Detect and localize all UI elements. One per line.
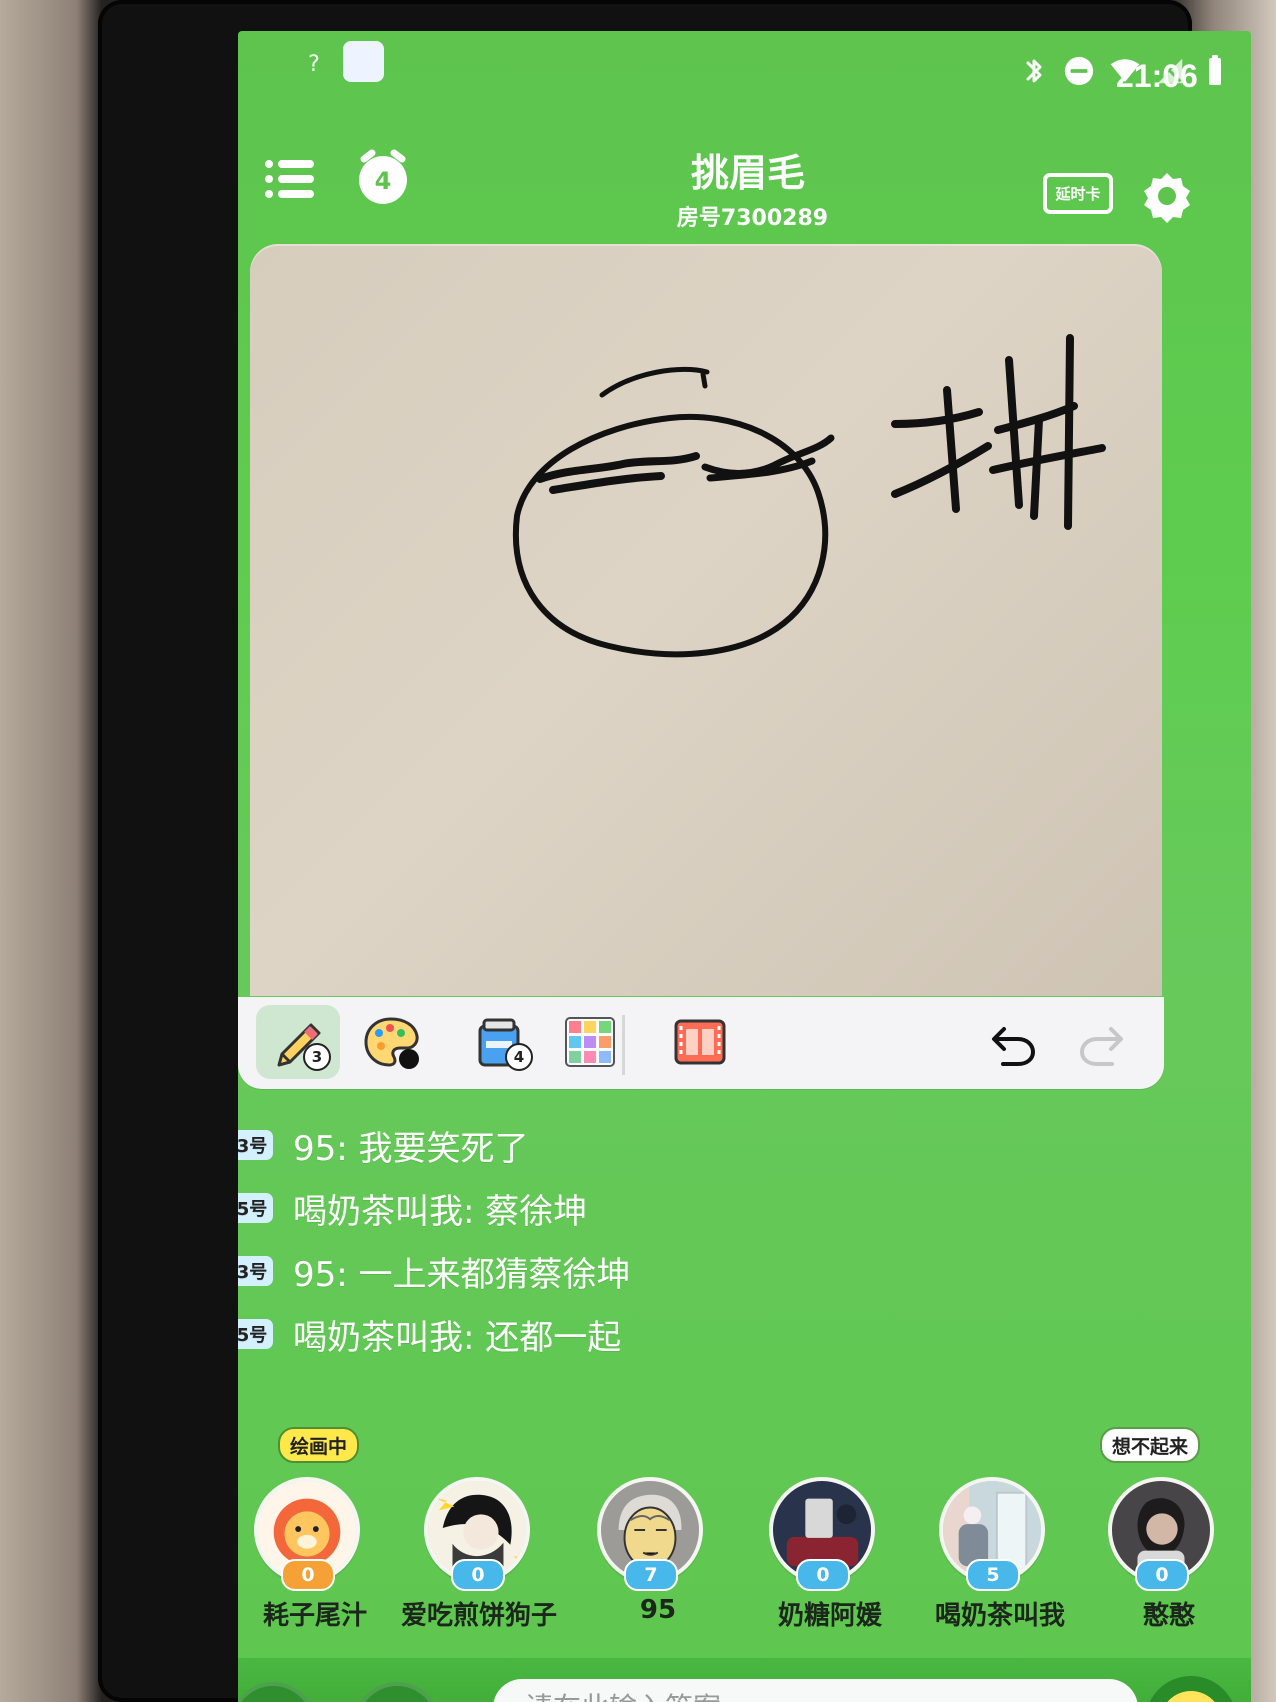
player-score: 0 xyxy=(281,1559,335,1591)
player-card[interactable]: 7 95 xyxy=(563,1427,713,1632)
player-list: 绘画中 0 耗子尾汁 0 爱吃煎饼狗子 7 95 0 奶糖阿媛 5 喝奶茶叫我 … xyxy=(238,1427,1251,1637)
chat-text: 喝奶茶叫我: 还都一起 xyxy=(293,1317,622,1358)
player-score: 7 xyxy=(624,1559,678,1591)
app-screen: ? 21:06 4 挑眉毛 房号7300289 延时卡 3 4 3号 95: 我… xyxy=(238,31,1251,1702)
chat-text: 95: 我要笑死了 xyxy=(293,1128,529,1169)
menu-icon xyxy=(265,160,314,198)
player-card[interactable]: 0 爱吃煎饼狗子 xyxy=(390,1427,557,1632)
phone-frame: ? 21:06 4 挑眉毛 房号7300289 延时卡 3 4 3号 95: 我… xyxy=(98,0,1251,1702)
toolbar-divider xyxy=(622,1015,625,1075)
time-card-label: 延时卡 xyxy=(1054,185,1100,203)
grid-tool-button[interactable] xyxy=(548,1005,632,1079)
chat-message: 3号 95: 我要笑死了 xyxy=(238,1119,529,1171)
seat-badge: 5号 xyxy=(238,1319,273,1349)
battery-icon xyxy=(1199,55,1231,87)
bluetooth-icon xyxy=(1018,55,1050,87)
room-number: 房号7300289 xyxy=(676,206,829,231)
menu-button[interactable] xyxy=(262,155,320,203)
chat-text: 95: 一上来都猜蔡徐坤 xyxy=(293,1254,631,1295)
player-name: 95 xyxy=(639,1595,677,1625)
smile-emoji-icon xyxy=(1167,1691,1215,1702)
emoji-button[interactable] xyxy=(1145,1676,1237,1702)
alarm-count: 4 xyxy=(375,167,392,195)
speaker-button[interactable] xyxy=(354,1682,440,1702)
player-score: 0 xyxy=(1135,1559,1189,1591)
wifi-unknown-icon: ? xyxy=(286,43,342,87)
chat-message: 3号 95: 一上来都猜蔡徐坤 xyxy=(238,1245,631,1297)
player-name: 憨憨 xyxy=(1142,1601,1195,1631)
alarm-icon: 4 xyxy=(359,149,407,204)
chat-list: 3号 95: 我要笑死了 5号 喝奶茶叫我: 蔡徐坤 3号 95: 一上来都猜蔡… xyxy=(238,1097,1251,1358)
word-title: 挑眉毛 xyxy=(690,151,805,195)
photo-background: ? 21:06 4 挑眉毛 房号7300289 延时卡 3 4 3号 95: 我… xyxy=(0,0,1276,1702)
notification-square-icon xyxy=(343,41,384,82)
chat-message: 5号 喝奶茶叫我: 还都一起 xyxy=(238,1308,621,1360)
seat-badge: 3号 xyxy=(238,1130,273,1160)
thinking-status-badge: 想不起来 xyxy=(1100,1427,1201,1463)
player-score: 0 xyxy=(451,1559,505,1591)
palette-icon xyxy=(364,1017,419,1069)
time-card-button[interactable]: 延时卡 xyxy=(1043,171,1113,216)
chat-text: 喝奶茶叫我: 蔡徐坤 xyxy=(293,1191,588,1232)
settings-button[interactable] xyxy=(1140,169,1194,223)
color-palette-button[interactable] xyxy=(350,1005,434,1079)
drawing-status-badge: 绘画中 xyxy=(278,1427,360,1463)
do-not-disturb-icon xyxy=(1063,55,1095,87)
status-bar: ? 21:06 xyxy=(238,31,1251,123)
player-score: 0 xyxy=(796,1559,850,1591)
gear-icon xyxy=(1144,173,1190,223)
undo-button[interactable] xyxy=(971,1005,1055,1079)
player-name: 奶糖阿媛 xyxy=(777,1601,882,1631)
answer-input[interactable]: 请在此输入答案 xyxy=(493,1679,1138,1702)
film-icon xyxy=(674,1019,726,1065)
player-card[interactable]: 绘画中 0 耗子尾汁 xyxy=(238,1427,370,1632)
bottom-bar: 请在此输入答案 xyxy=(238,1658,1251,1702)
player-card[interactable]: 想不起来 0 憨憨 xyxy=(1074,1427,1224,1632)
drawing-toolbar: 3 4 xyxy=(238,997,1164,1089)
player-score: 5 xyxy=(966,1559,1020,1591)
film-tool-button[interactable] xyxy=(658,1005,742,1079)
wifi-question-label: ? xyxy=(308,52,320,77)
seat-badge: 5号 xyxy=(238,1193,273,1223)
drawing-strokes xyxy=(512,334,1106,658)
chat-message: 5号 喝奶茶叫我: 蔡徐坤 xyxy=(238,1182,587,1234)
clock-time: 21:06 xyxy=(1116,58,1198,94)
drawing-canvas[interactable] xyxy=(250,244,1162,996)
redo-button[interactable] xyxy=(1060,1005,1144,1079)
microphone-button[interactable] xyxy=(238,1682,316,1702)
seat-badge: 3号 xyxy=(238,1256,273,1286)
player-card[interactable]: 0 奶糖阿媛 xyxy=(735,1427,885,1632)
eraser-count: 4 xyxy=(505,1043,533,1071)
grid-icon xyxy=(565,1017,615,1067)
redo-icon xyxy=(1079,1027,1123,1066)
eraser-tool-button[interactable]: 4 xyxy=(458,1005,542,1079)
game-header: 4 挑眉毛 房号7300289 延时卡 xyxy=(238,127,1251,242)
player-name: 喝奶茶叫我 xyxy=(934,1601,1065,1631)
player-name: 爱吃煎饼狗子 xyxy=(400,1601,557,1631)
pencil-count: 3 xyxy=(303,1043,331,1071)
ticket-icon: 延时卡 xyxy=(1043,173,1113,214)
pencil-tool-button[interactable]: 3 xyxy=(256,1005,340,1079)
undo-icon xyxy=(992,1027,1036,1066)
player-card[interactable]: 5 喝奶茶叫我 xyxy=(905,1427,1065,1632)
alarm-button[interactable]: 4 xyxy=(352,147,414,209)
